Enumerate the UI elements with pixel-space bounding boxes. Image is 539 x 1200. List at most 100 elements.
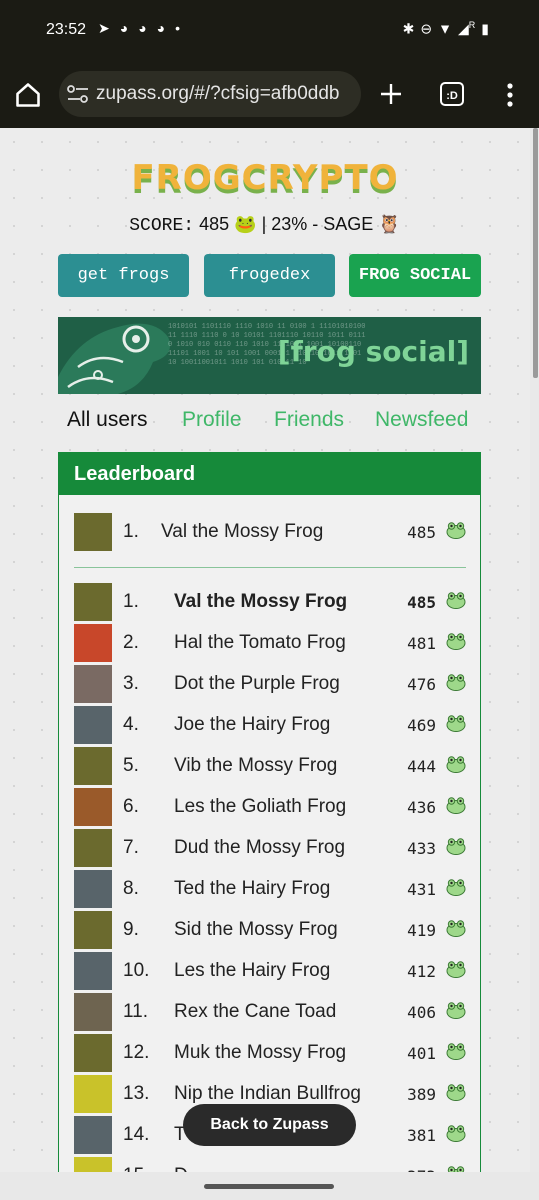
rank: 15. [123,1165,149,1172]
home-icon[interactable] [14,81,42,109]
browser-toolbar: zupass.org/#/?cfsig=afb0ddb :D [0,60,539,128]
tab-switcher-button[interactable]: :D [440,82,464,106]
battery-icon: ▮ [481,20,495,37]
roaming-mark: R [468,20,482,30]
banner-title: [frog social] [277,335,469,368]
rank: 9. [123,919,139,940]
frog-thumbnail [74,1034,112,1072]
rank: 11. [123,1001,149,1022]
dnd-icon: ⊖ [420,20,439,37]
back-to-zupass-button[interactable]: Back to Zupass [183,1104,356,1146]
frog-icon [446,715,466,732]
score: 469 [407,716,436,735]
bluetooth-icon: ✱ [402,20,421,37]
clock: 23:52 [46,21,87,38]
score: 481 [407,634,436,653]
score: 401 [407,1044,436,1063]
discord-icon: ◕ [119,20,139,36]
more-options-icon[interactable] [502,82,518,108]
rank: 1. [123,591,139,612]
rank: 14. [123,1124,150,1145]
frog-thumbnail [74,665,112,703]
leaderboard-row[interactable]: 2. Hal the Tomato Frog 481 [74,623,466,663]
rank: 13. [123,1083,150,1104]
tab-all-users[interactable]: All users [67,408,148,432]
frogedex-button[interactable]: frogedex [204,254,335,297]
frog-social-button[interactable]: FROG SOCIAL [349,254,481,297]
score-value: 485 [199,214,230,234]
social-tabs: All users Profile Friends Newsfeed [0,408,530,438]
new-tab-icon[interactable] [380,83,402,105]
frog-name: Muk the Mossy Frog [174,1042,347,1063]
home-gesture-handle[interactable] [204,1184,334,1189]
rank: 5. [123,755,139,776]
tab-newsfeed[interactable]: Newsfeed [375,408,468,432]
frog-icon [446,1125,466,1142]
frog-thumbnail [74,1075,112,1113]
page-content: FROGCRYPTO SCORE: 485 🐸 | 23% - SAGE 🦉 g… [0,128,530,1172]
score: 444 [407,757,436,776]
leaderboard-row[interactable]: 1. Val the Mossy Frog 485 [74,582,466,622]
frog-name: Val the Mossy Frog [161,521,324,542]
rank: 1. [123,521,139,542]
frog-icon [447,1166,465,1172]
leaderboard-row[interactable]: 12. Muk the Mossy Frog 401 [74,1033,466,1073]
rank: 12. [123,1042,150,1063]
my-rank-row[interactable]: 1. Val the Mossy Frog 485 [74,512,466,552]
score: 485 [407,593,436,612]
frog-icon [446,756,466,773]
frog-name: Sid the Mossy Frog [174,919,338,940]
frog-icon: 🐸 [234,214,257,234]
leaderboard-row[interactable]: 9. Sid the Mossy Frog 419 [74,910,466,950]
site-settings-icon[interactable] [67,85,89,103]
leaderboard-row[interactable]: 3. Dot the Purple Frog 476 [74,664,466,704]
telegram-icon: ➤ [98,20,120,36]
system-icons: ✱⊖▼◢R▮ [403,20,495,38]
frog-name: D [174,1165,188,1172]
score: 485 [407,523,436,542]
frog-name: Val the Mossy Frog [174,591,348,612]
leaderboard-row[interactable]: 6. Les the Goliath Frog 436 [74,787,466,827]
score-rank: | 23% - SAGE [261,214,374,234]
leaderboard-row[interactable]: 4. Joe the Hairy Frog 469 [74,705,466,745]
score: 389 [407,1085,436,1104]
rank: 2. [123,632,139,653]
leaderboard-row[interactable]: 5. Vib the Mossy Frog 444 [74,746,466,786]
frog-icon [446,879,466,896]
url-text[interactable]: zupass.org/#/?cfsig=afb0ddb [96,83,354,105]
frog-name: Ted the Hairy Frog [174,878,331,899]
score: 419 [407,921,436,940]
frog-name: Nip the Indian Bullfrog [174,1083,361,1104]
rank: 10. [123,960,150,981]
leaderboard-title: Leaderboard [59,453,480,495]
tab-profile[interactable]: Profile [182,408,242,432]
frog-icon [446,1002,466,1019]
address-bar[interactable]: zupass.org/#/?cfsig=afb0ddb [59,71,361,117]
frog-thumbnail [74,583,112,621]
frog-name: Dot the Purple Frog [174,673,340,694]
frog-icon [446,838,466,855]
frog-icon [446,522,466,539]
leaderboard-row[interactable]: 11. Rex the Cane Toad 406 [74,992,466,1032]
frog-thumbnail [74,911,112,949]
score: 476 [407,675,436,694]
tab-friends[interactable]: Friends [274,408,344,432]
get-frogs-button[interactable]: get frogs [58,254,189,297]
rank: 3. [123,673,139,694]
frog-thumbnail [74,993,112,1031]
page-scrollbar[interactable] [533,128,538,378]
discord-icon: ◕ [156,20,176,36]
frog-thumbnail [74,706,112,744]
frog-name: Joe the Hairy Frog [174,714,331,735]
leaderboard-row[interactable]: 7. Dud the Mossy Frog 433 [74,828,466,868]
leaderboard-row[interactable]: 10. Les the Hairy Frog 412 [74,951,466,991]
score: 431 [407,880,436,899]
rank: 6. [123,796,139,817]
frog-name: Les the Hairy Frog [174,960,331,981]
score: 381 [407,1126,436,1145]
frog-social-banner: 1010101 1101110 1110 1010 11 0100 1 1110… [58,317,481,394]
frog-thumbnail [74,747,112,785]
leaderboard-row[interactable]: 15.D373 [74,1156,466,1172]
leaderboard-row[interactable]: 8. Ted the Hairy Frog 431 [74,869,466,909]
frog-name: Dud the Mossy Frog [174,837,346,858]
